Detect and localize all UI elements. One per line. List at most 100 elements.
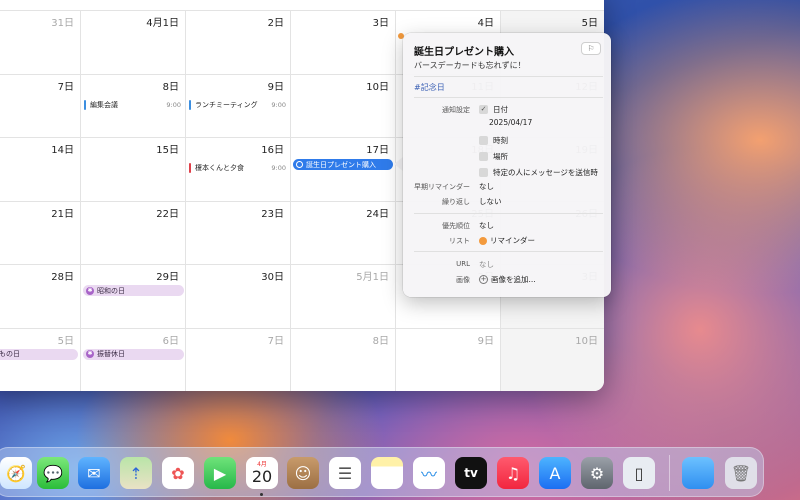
- event-showa-day[interactable]: ✱ 昭和の日: [83, 285, 184, 296]
- date-value[interactable]: 2025/04/17: [489, 118, 532, 127]
- checkmark-icon[interactable]: ✓: [479, 105, 488, 114]
- event-dinner[interactable]: 榎本くんと夕食 9:00: [189, 162, 286, 174]
- day-cell[interactable]: 3日: [290, 11, 395, 74]
- flag-icon: ⚐: [587, 44, 595, 53]
- checkbox-icon[interactable]: [479, 152, 488, 161]
- event-substitute-holiday[interactable]: ✱ 振替休日: [83, 348, 184, 360]
- date-checkbox-row[interactable]: ✓ 日付: [479, 104, 508, 115]
- day-number: 9日: [267, 81, 284, 93]
- checkbox-icon[interactable]: [479, 136, 488, 145]
- day-cell[interactable]: 9日ランチミーティング 9:00: [185, 74, 290, 138]
- popover-tag[interactable]: #記念日: [414, 82, 445, 93]
- day-cell[interactable]: 14日: [0, 138, 80, 201]
- system-settings-icon[interactable]: ⚙: [581, 457, 613, 489]
- repeat-value[interactable]: しない: [479, 196, 502, 207]
- day-cell[interactable]: 7日: [185, 328, 290, 391]
- notes-icon[interactable]: [371, 457, 403, 489]
- maps-icon[interactable]: ⇡: [120, 457, 152, 489]
- time-checkbox-row[interactable]: 時刻: [479, 135, 508, 146]
- day-cell[interactable]: 24日: [290, 201, 395, 265]
- mail-icon[interactable]: ✉: [78, 457, 110, 489]
- checkbox-icon[interactable]: [479, 168, 488, 177]
- day-cell[interactable]: 5日どもの日: [0, 329, 80, 392]
- trash-icon[interactable]: 🗑: [725, 457, 757, 489]
- holiday-title: 昭和の日: [97, 286, 125, 295]
- contacts-icon[interactable]: ☺: [287, 457, 319, 489]
- weekday-sat: 土: [500, 0, 604, 10]
- url-label: URL: [456, 260, 470, 268]
- day-cell[interactable]: 30日: [185, 265, 290, 328]
- day-cell[interactable]: 16日榎本くんと夕食 9:00: [185, 138, 290, 201]
- day-number: 31日: [51, 18, 74, 29]
- freeform-icon[interactable]: 〰: [413, 457, 445, 489]
- event-lunch-meeting[interactable]: ランチミーティング 9:00: [189, 99, 286, 111]
- message-checkbox-row[interactable]: 特定の人にメッセージを送信時: [479, 167, 598, 178]
- day-cell[interactable]: 10日: [500, 328, 604, 391]
- place-checkbox-row[interactable]: 場所: [479, 151, 508, 162]
- reminder-title: 誕生日プレゼント購入: [306, 160, 376, 169]
- safari-icon[interactable]: 🧭: [0, 457, 32, 489]
- weekday-mon: 月: [0, 0, 80, 10]
- week-row: 5日どもの日6日✱振替休日7日8日9日10日: [0, 327, 604, 392]
- messages-icon[interactable]: 💬: [37, 457, 69, 489]
- day-cell[interactable]: 15日: [80, 138, 185, 201]
- list-value-row[interactable]: リマインダー: [479, 235, 535, 246]
- day-cell[interactable]: 8日編集会議 9:00: [80, 74, 185, 138]
- event-editorial-meeting[interactable]: 編集会議 9:00: [84, 99, 181, 111]
- holiday-title: 振替休日: [97, 350, 125, 358]
- day-cell[interactable]: 23日: [185, 201, 290, 265]
- url-value[interactable]: なし: [479, 259, 494, 270]
- day-cell[interactable]: 21日: [0, 202, 80, 265]
- day-cell[interactable]: 5月1日: [290, 265, 395, 328]
- day-cell[interactable]: 8日: [290, 328, 395, 391]
- day-cell[interactable]: 17日誕生日プレゼント購入: [290, 138, 395, 201]
- day-cell[interactable]: 9日: [395, 328, 500, 391]
- facetime-icon[interactable]: ▶: [204, 457, 236, 489]
- day-cell[interactable]: 10日: [290, 74, 395, 138]
- day-number: 28日: [51, 272, 74, 283]
- photos-icon[interactable]: ✿: [162, 457, 194, 489]
- calendar-color-bar: [84, 99, 86, 110]
- app-store-icon[interactable]: A: [539, 457, 571, 489]
- event-title: 榎本くんと夕食: [195, 164, 244, 172]
- weekday-tue: 火: [80, 0, 185, 10]
- holiday-star-icon: ✱: [86, 350, 94, 358]
- day-number: 5日: [57, 335, 74, 347]
- reminder-circle-icon[interactable]: [296, 161, 303, 168]
- day-cell[interactable]: 22日: [80, 201, 185, 265]
- day-cell[interactable]: 31日: [0, 11, 80, 74]
- event-time: 9:00: [271, 164, 286, 172]
- early-reminder-value[interactable]: なし: [479, 181, 494, 192]
- apple-tv-icon[interactable]: tv: [455, 457, 487, 489]
- event-childrens-day[interactable]: どもの日: [0, 348, 78, 360]
- popover-arrow: [394, 157, 403, 171]
- popover-note[interactable]: バースデーカードも忘れずに！: [414, 60, 526, 71]
- day-cell[interactable]: 6日 ✱ 振替休日: [80, 328, 185, 391]
- flag-button[interactable]: ⚐: [581, 42, 601, 55]
- add-image-button[interactable]: + 画像を追加...: [479, 274, 536, 285]
- reminder-birthday-gift[interactable]: 誕生日プレゼント購入: [293, 159, 393, 170]
- divider: [414, 213, 603, 214]
- day-cell[interactable]: 4月1日: [80, 11, 185, 74]
- day-cell[interactable]: 7日: [0, 75, 80, 138]
- reminders-icon[interactable]: ☰: [329, 457, 361, 489]
- day-cell[interactable]: 2日: [185, 11, 290, 74]
- day-number: 16日: [261, 145, 284, 156]
- date-label: 日付: [493, 105, 508, 114]
- day-number: 8日: [162, 81, 179, 93]
- folder-icon[interactable]: [682, 457, 714, 489]
- calendar-icon[interactable]: 4月 20: [246, 457, 278, 489]
- priority-value[interactable]: なし: [479, 220, 494, 231]
- event-title: 編集会議: [90, 100, 118, 109]
- day-number: 4日: [477, 18, 494, 29]
- popover-title[interactable]: 誕生日プレゼント購入: [414, 43, 514, 58]
- music-icon[interactable]: ♫: [497, 457, 529, 489]
- iphone-mirroring-icon[interactable]: ▯: [623, 457, 655, 489]
- day-number: 17日: [366, 145, 389, 156]
- day-number: 14日: [51, 145, 74, 156]
- event-title: ランチミーティング: [195, 100, 258, 109]
- day-number: 4月1日: [146, 18, 179, 29]
- day-cell[interactable]: 29日 ✱ 昭和の日: [80, 265, 185, 328]
- apple-tv-label: tv: [464, 466, 478, 480]
- day-cell[interactable]: 28日: [0, 265, 80, 328]
